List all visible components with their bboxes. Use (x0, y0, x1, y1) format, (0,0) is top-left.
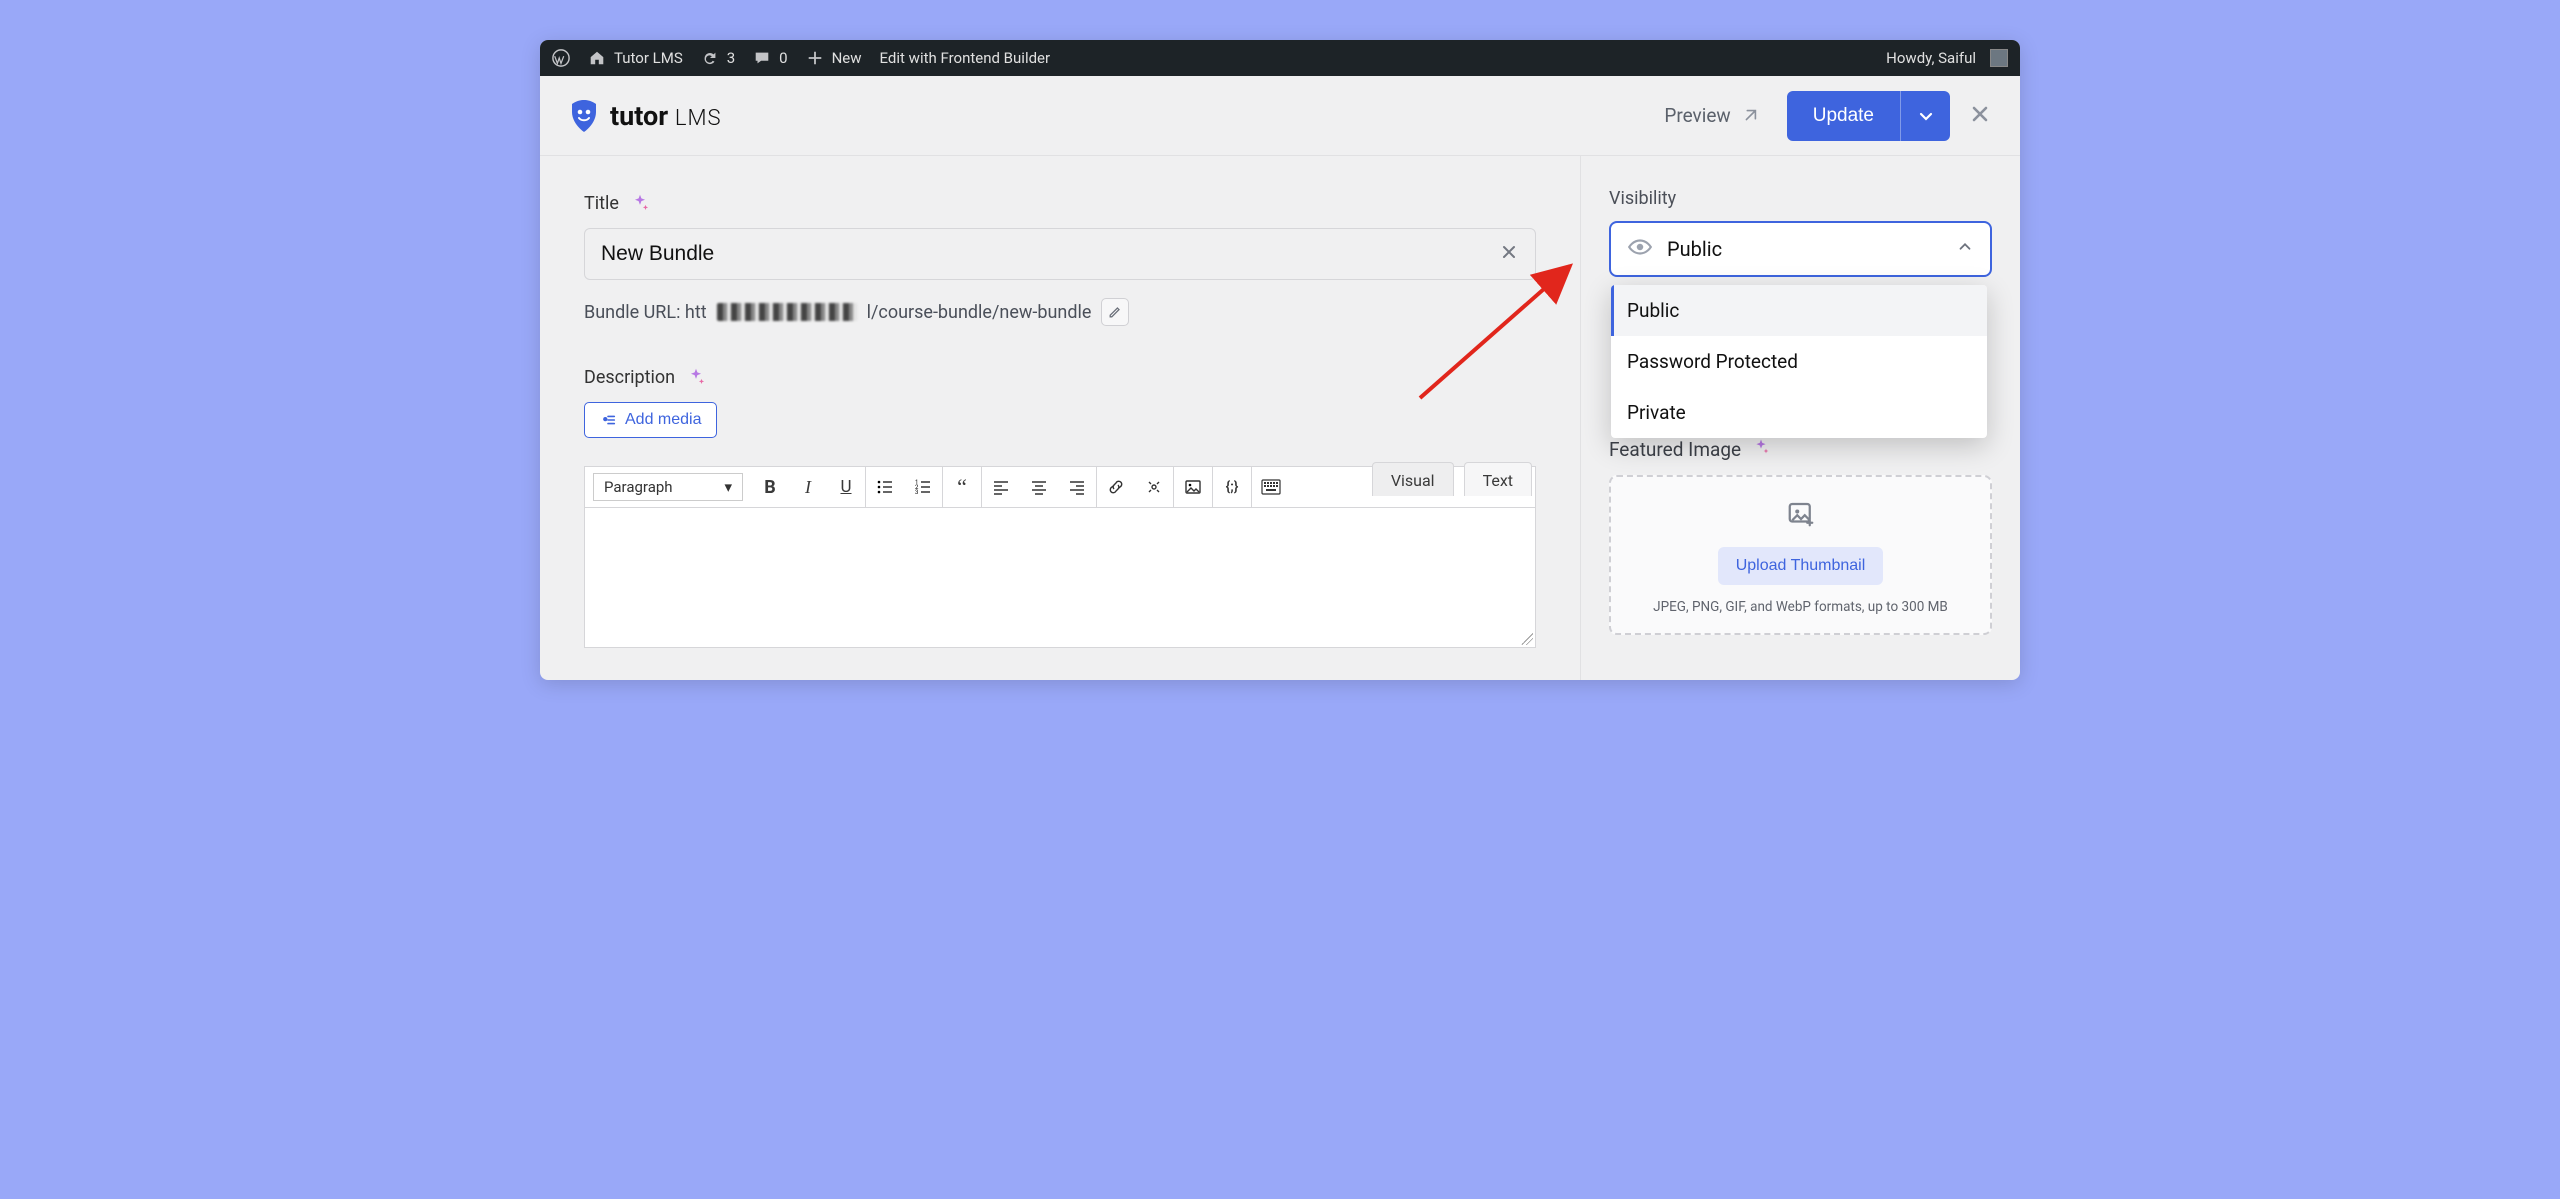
app-header: tutor LMS Preview Update (540, 76, 2020, 156)
refresh-icon (701, 49, 719, 67)
toolbar-toggle-button[interactable] (1252, 467, 1290, 507)
align-left-button[interactable] (982, 467, 1020, 507)
external-link-icon (1741, 107, 1759, 125)
media-icon (599, 411, 617, 429)
close-button[interactable] (1968, 102, 1992, 130)
ai-sparkle-icon[interactable] (1751, 437, 1771, 461)
list-ul-icon (876, 478, 894, 496)
chevron-up-icon (1956, 238, 1974, 260)
insert-image-button[interactable] (1174, 467, 1212, 507)
numbered-list-button[interactable]: 123 (904, 467, 942, 507)
adminbar-site-name: Tutor LMS (614, 49, 683, 67)
visibility-label: Visibility (1609, 188, 1992, 209)
adminbar-new-label: New (832, 49, 862, 67)
tab-text[interactable]: Text (1464, 462, 1532, 496)
adminbar-comments-count: 0 (779, 49, 787, 67)
visibility-option-private[interactable]: Private (1611, 387, 1987, 438)
upload-thumbnail-button[interactable]: Upload Thumbnail (1718, 547, 1884, 585)
align-center-button[interactable] (1020, 467, 1058, 507)
main-panel: Title Bundle URL: htt l/course-bundle/ne… (540, 156, 1580, 680)
adminbar-updates-count: 3 (727, 49, 735, 67)
align-right-button[interactable] (1058, 467, 1096, 507)
link-button[interactable] (1097, 467, 1135, 507)
comment-icon (753, 49, 771, 67)
adminbar-updates[interactable]: 3 (701, 49, 735, 67)
adminbar-comments[interactable]: 0 (753, 49, 787, 67)
adminbar-frontend-builder[interactable]: Edit with Frontend Builder (880, 49, 1051, 67)
close-icon (1499, 242, 1519, 262)
link-icon (1107, 478, 1125, 496)
unlink-button[interactable] (1135, 467, 1173, 507)
pencil-icon (1107, 304, 1123, 320)
blockquote-button[interactable]: “ (943, 467, 981, 507)
visibility-option-public[interactable]: Public (1611, 285, 1987, 336)
svg-text:3: 3 (915, 489, 918, 496)
bullet-list-button[interactable] (866, 467, 904, 507)
eye-icon (1627, 234, 1653, 264)
visibility-dropdown: Public Password Protected Private (1611, 285, 1987, 438)
ai-sparkle-icon[interactable] (629, 192, 651, 214)
upload-hint: JPEG, PNG, GIF, and WebP formats, up to … (1653, 599, 1948, 615)
list-ol-icon: 123 (914, 478, 932, 496)
visibility-select[interactable]: Public Public Password Protected Private (1609, 221, 1992, 277)
title-label: Title (584, 193, 619, 214)
rich-text-editor: Visual Text Paragraph ▾ B I U (584, 466, 1536, 648)
wp-logo-icon[interactable] (552, 49, 570, 67)
adminbar-howdy: Howdy, Saiful (1886, 49, 1976, 67)
plus-icon (806, 49, 824, 67)
add-media-button[interactable]: Add media (584, 402, 717, 438)
wp-admin-bar: Tutor LMS 3 0 New Edit with Frontend Bui… (540, 40, 2020, 76)
update-button[interactable]: Update (1787, 91, 1900, 141)
chevron-down-icon (1916, 106, 1936, 126)
image-icon (1184, 478, 1202, 496)
avatar (1990, 49, 2008, 67)
featured-image-label: Featured Image (1609, 438, 1741, 461)
tutor-lms-logo: tutor LMS (568, 98, 722, 134)
shortcode-button[interactable]: {;} (1213, 467, 1251, 507)
close-icon (1968, 102, 1992, 126)
description-label: Description (584, 367, 675, 388)
preview-button[interactable]: Preview (1664, 104, 1758, 127)
underline-button[interactable]: U (827, 467, 865, 507)
resize-handle[interactable] (1519, 631, 1533, 645)
update-menu-button[interactable] (1900, 91, 1950, 141)
ai-sparkle-icon[interactable] (685, 366, 707, 388)
tutor-lms-logo-icon (568, 98, 600, 134)
url-redacted (717, 303, 857, 321)
clear-title-button[interactable] (1499, 242, 1519, 266)
app-frame: Tutor LMS 3 0 New Edit with Frontend Bui… (540, 40, 2020, 680)
tab-visual[interactable]: Visual (1372, 462, 1454, 496)
block-format-select[interactable]: Paragraph ▾ (593, 473, 743, 501)
adminbar-site-link[interactable]: Tutor LMS (588, 49, 683, 67)
adminbar-new[interactable]: New (806, 49, 862, 67)
title-input[interactable] (601, 242, 1489, 266)
image-placeholder-icon (1786, 499, 1816, 533)
bundle-url-row: Bundle URL: htt l/course-bundle/new-bund… (584, 298, 1536, 326)
edit-url-button[interactable] (1101, 298, 1129, 326)
visibility-value: Public (1667, 237, 1942, 261)
featured-image-dropzone[interactable]: Upload Thumbnail JPEG, PNG, GIF, and Web… (1609, 475, 1992, 635)
adminbar-account[interactable]: Howdy, Saiful (1886, 49, 2008, 67)
keyboard-icon (1261, 479, 1281, 495)
unlink-icon (1145, 478, 1163, 496)
title-input-wrap (584, 228, 1536, 280)
sidebar-panel: Visibility Public Public Password Protec… (1580, 156, 2020, 680)
italic-button[interactable]: I (789, 467, 827, 507)
visibility-option-password[interactable]: Password Protected (1611, 336, 1987, 387)
editor-content-area[interactable] (584, 508, 1536, 648)
bold-button[interactable]: B (751, 467, 789, 507)
home-icon (588, 49, 606, 67)
